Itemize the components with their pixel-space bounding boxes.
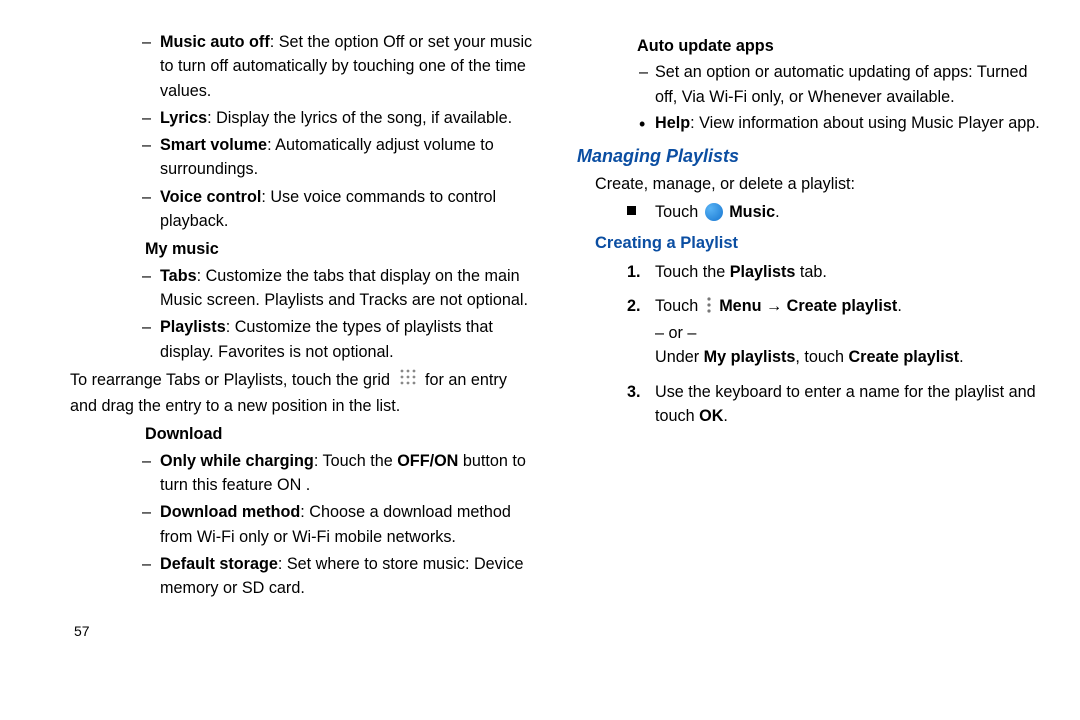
- subheading-download: Download: [70, 422, 535, 446]
- item-label: Music auto off: [160, 33, 270, 51]
- num-label: 2.: [627, 294, 641, 318]
- list-item: Music auto off: Set the option Off or se…: [70, 30, 535, 103]
- item-text: : View information about using Music Pla…: [690, 114, 1040, 132]
- item-label: Default storage: [160, 555, 278, 573]
- list-item: Tabs: Customize the tabs that display on…: [70, 264, 535, 313]
- alt-line: Under My playlists, touch Create playlis…: [655, 345, 1042, 369]
- list-item: Download method: Choose a download metho…: [70, 500, 535, 549]
- step-item: 2. Touch Menu → Create playlist. – or – …: [577, 294, 1042, 370]
- item-label: Help: [655, 114, 690, 132]
- grid-icon: [398, 367, 418, 394]
- create-playlist-label-2: Create playlist: [848, 348, 959, 366]
- or-text: – or –: [655, 321, 1042, 345]
- create-playlist-label: Create playlist: [787, 297, 898, 315]
- text-c: tab.: [795, 263, 827, 281]
- subheading-my-music: My music: [70, 237, 535, 261]
- list-item: Set an option or automatic updating of a…: [577, 60, 1042, 109]
- intro-text: Create, manage, or delete a playlist:: [577, 172, 1042, 196]
- subheading-auto-update: Auto update apps: [577, 34, 1042, 58]
- item-label: Tabs: [160, 267, 197, 285]
- item-text: : Touch the: [314, 452, 397, 470]
- list-item: Lyrics: Display the lyrics of the song, …: [70, 106, 535, 130]
- item-label: Lyrics: [160, 109, 207, 127]
- list-item: Playlists: Customize the types of playli…: [70, 315, 535, 364]
- menu-icon: [705, 296, 713, 321]
- playlists-label: Playlists: [730, 263, 796, 281]
- text-a: Touch the: [655, 263, 730, 281]
- step-item: 1. Touch the Playlists tab.: [577, 260, 1042, 284]
- touch-text: Touch: [655, 297, 703, 315]
- list-item: Default storage: Set where to store musi…: [70, 552, 535, 601]
- list-item: Touch Music.: [577, 200, 1042, 224]
- page-number: 57: [70, 621, 535, 642]
- item-label: Playlists: [160, 318, 226, 336]
- menu-label: Menu: [719, 297, 761, 315]
- offon-label: OFF/ON: [397, 452, 458, 470]
- document-page: Music auto off: Set the option Off or se…: [0, 0, 1080, 652]
- item-text: : Display the lyrics of the song, if ava…: [207, 109, 512, 127]
- item-text: : Customize the tabs that display on the…: [160, 267, 528, 309]
- rearrange-paragraph: To rearrange Tabs or Playlists, touch th…: [70, 367, 535, 419]
- touch-text: Touch: [655, 203, 703, 221]
- num-label: 1.: [627, 260, 641, 284]
- period: .: [959, 348, 964, 366]
- item-label: Voice control: [160, 188, 261, 206]
- left-column: Music auto off: Set the option Off or se…: [70, 30, 535, 642]
- list-item: Help: View information about using Music…: [577, 111, 1042, 135]
- item-text: Set an option or automatic updating of a…: [655, 63, 1028, 105]
- music-app-icon: [705, 203, 723, 221]
- music-label: Music: [729, 203, 775, 221]
- list-item: Smart volume: Automatically adjust volum…: [70, 133, 535, 182]
- subsection-creating-playlist: Creating a Playlist: [577, 231, 1042, 256]
- item-label: Only while charging: [160, 452, 314, 470]
- my-playlists-label: My playlists: [704, 348, 796, 366]
- list-item: Voice control: Use voice commands to con…: [70, 185, 535, 234]
- period: .: [775, 203, 780, 221]
- num-label: 3.: [627, 380, 641, 404]
- arrow-icon: →: [766, 297, 787, 315]
- period: .: [897, 297, 902, 315]
- item-label: Download method: [160, 503, 300, 521]
- step-item: 3. Use the keyboard to enter a name for …: [577, 380, 1042, 429]
- list-item: Only while charging: Touch the OFF/ON bu…: [70, 449, 535, 498]
- section-managing-playlists: Managing Playlists: [577, 143, 1042, 170]
- right-column: Auto update apps Set an option or automa…: [577, 30, 1042, 642]
- under-text: Under: [655, 348, 704, 366]
- item-label: Smart volume: [160, 136, 267, 154]
- text-a: To rearrange Tabs or Playlists, touch th…: [70, 371, 390, 389]
- period: .: [723, 407, 728, 425]
- ok-label: OK: [699, 407, 723, 425]
- touch2-text: , touch: [795, 348, 848, 366]
